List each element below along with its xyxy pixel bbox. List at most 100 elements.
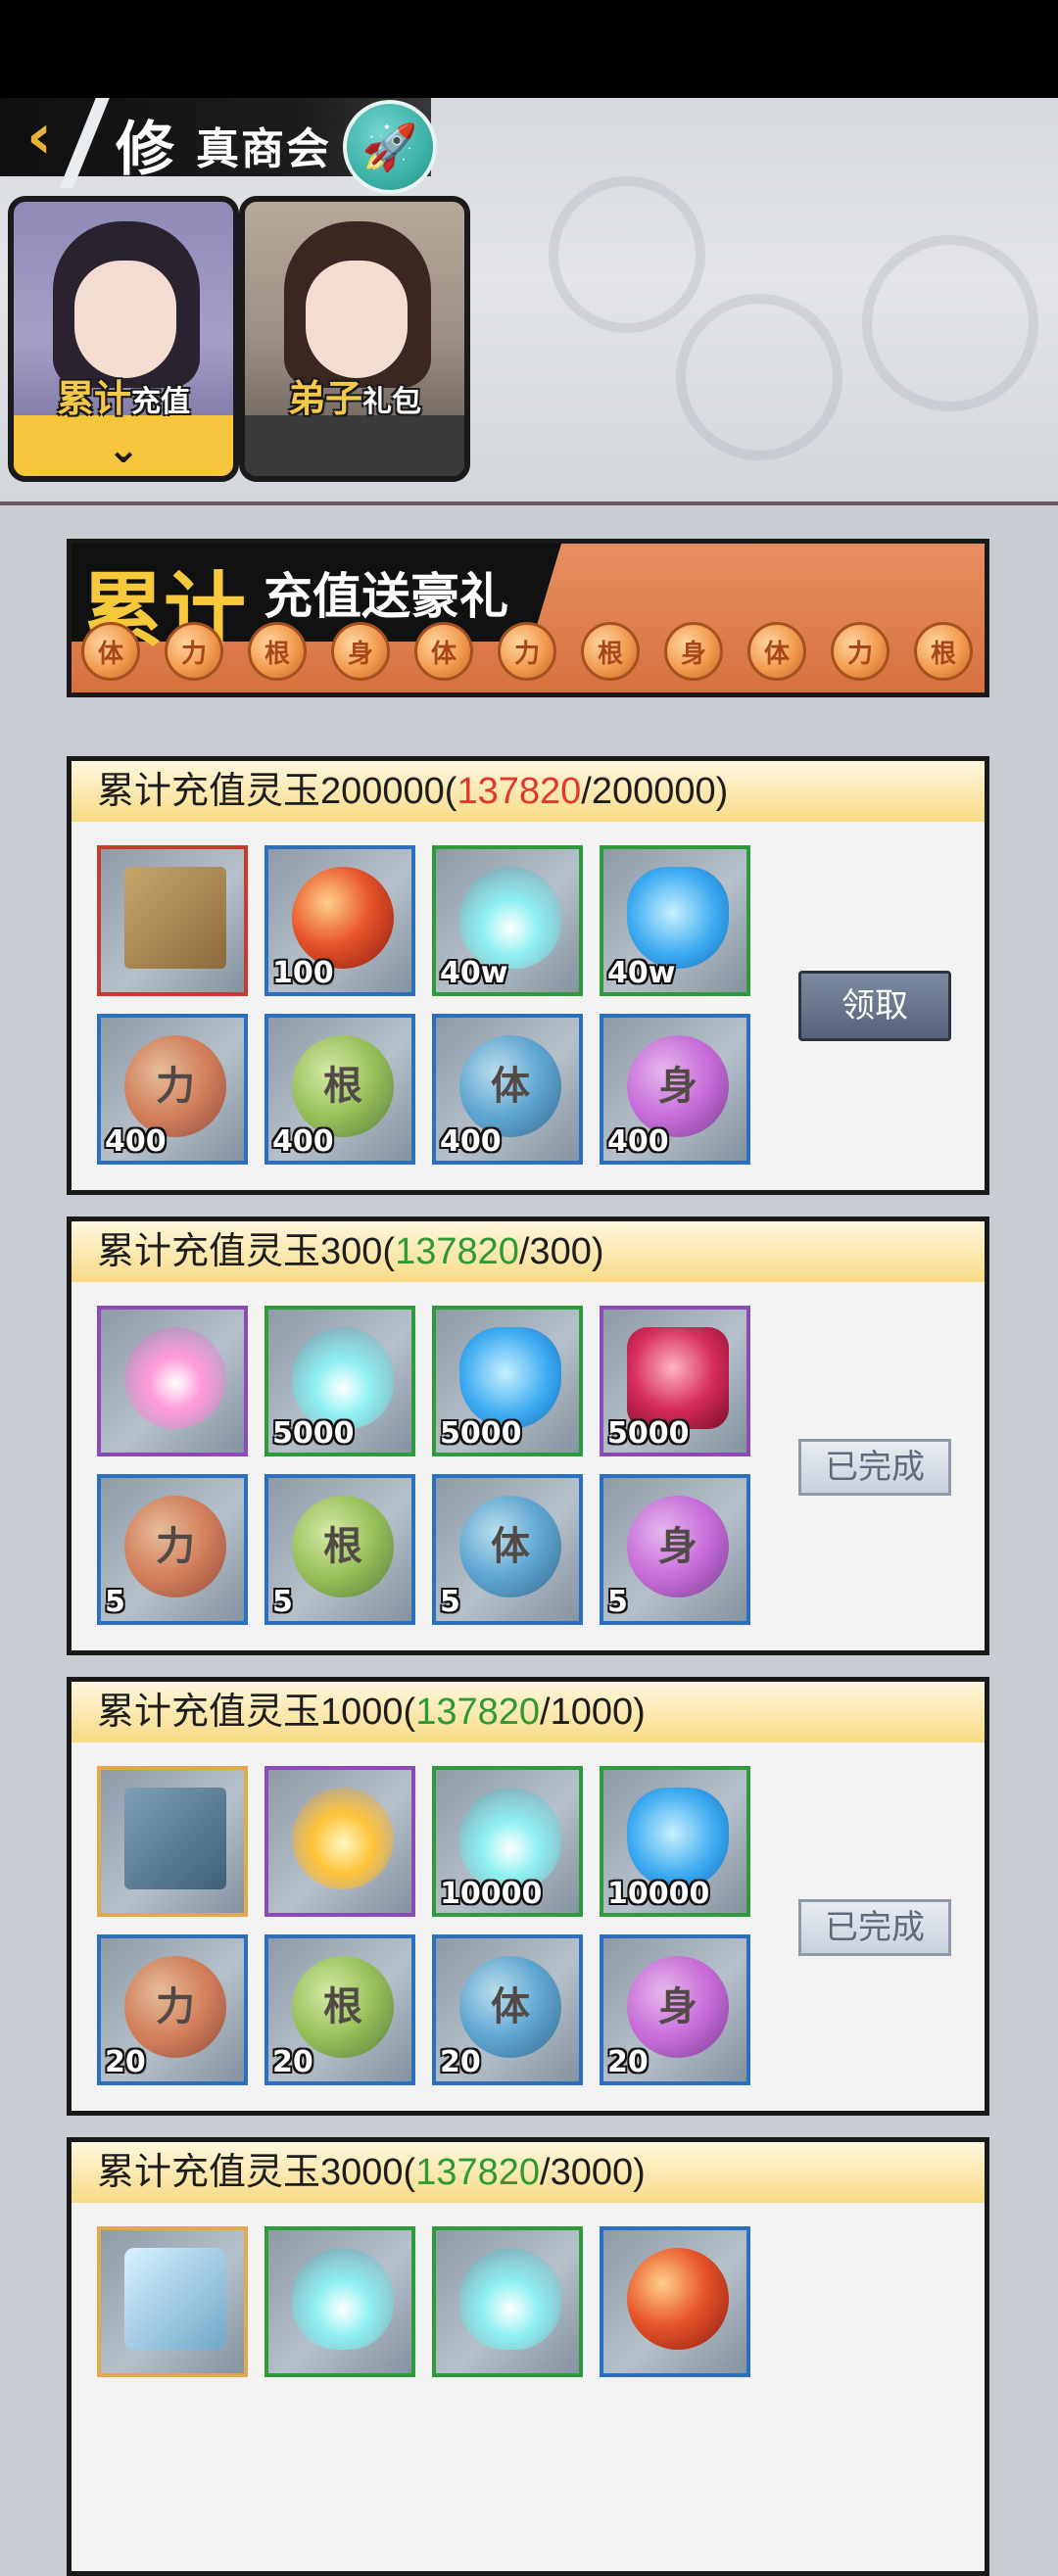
tier-title: 累计充值灵玉1000(137820/1000) bbox=[72, 1682, 985, 1742]
coin-icon: 身 bbox=[331, 622, 390, 681]
rocket-button[interactable]: 🚀 bbox=[343, 100, 437, 194]
reward-item[interactable]: 40w bbox=[600, 845, 750, 996]
reward-item[interactable]: 5000 bbox=[264, 1306, 415, 1456]
reward-item[interactable]: 力5 bbox=[97, 1474, 248, 1625]
tier-title-prefix: 累计充值灵玉1000( bbox=[97, 1692, 416, 1733]
reward-item[interactable]: 根 400 bbox=[264, 1014, 415, 1165]
item-quantity: 5 bbox=[105, 1585, 125, 1619]
item-quantity: 5 bbox=[440, 1585, 460, 1619]
tab-disciple-pack[interactable]: 弟子礼包 bbox=[239, 196, 470, 482]
cyan-flame-icon bbox=[459, 2248, 561, 2350]
red-orb-icon bbox=[627, 2248, 729, 2350]
tier-title-prefix: 累计充值灵玉200000( bbox=[97, 771, 457, 812]
armor-icon bbox=[124, 2248, 226, 2350]
reward-item[interactable]: 体5 bbox=[432, 1474, 583, 1625]
li-orb-icon: 力 bbox=[124, 1496, 226, 1598]
item-quantity: 20 bbox=[272, 2045, 313, 2079]
item-quantity: 400 bbox=[105, 1124, 167, 1159]
reward-item[interactable] bbox=[600, 2226, 750, 2377]
reward-item[interactable] bbox=[432, 2226, 583, 2377]
deco-ring bbox=[549, 176, 705, 333]
claim-button[interactable]: 领取 bbox=[798, 971, 951, 1041]
red-gem-icon bbox=[627, 1327, 729, 1429]
gen-orb-icon: 根 bbox=[292, 1035, 394, 1137]
reward-item[interactable]: 体 400 bbox=[432, 1014, 583, 1165]
coin-row: 体力根身体力根身体力根 bbox=[81, 622, 985, 691]
deco-ring bbox=[676, 294, 842, 460]
tab-label: 累计充值 bbox=[56, 376, 190, 420]
item-quantity: 40w bbox=[440, 956, 508, 990]
header: ‹ 修 真商会 🚀 累计充值 ⌄ 弟子礼包 bbox=[0, 98, 1058, 505]
reward-item[interactable]: 身 20 bbox=[600, 1934, 750, 2085]
tier-title-prefix: 累计充值灵玉3000( bbox=[97, 2152, 416, 2193]
reward-item[interactable]: 10000 bbox=[600, 1766, 750, 1917]
reward-tier-card: 累计充值灵玉3000(137820/3000) bbox=[67, 2137, 989, 2576]
tier-title-prefix: 累计充值灵玉300( bbox=[97, 1231, 396, 1272]
chevron-left-icon: ‹ bbox=[25, 101, 53, 173]
ti-orb-icon: 体 bbox=[459, 1496, 561, 1598]
gen-orb-icon: 根 bbox=[292, 1496, 394, 1598]
item-quantity: 10000 bbox=[607, 1877, 710, 1911]
back-button[interactable]: ‹ bbox=[10, 104, 69, 170]
tier-progress: 137820 bbox=[395, 1231, 519, 1272]
item-quantity: 400 bbox=[272, 1124, 334, 1159]
shen-orb-icon: 身 bbox=[627, 1496, 729, 1598]
coin-icon: 根 bbox=[581, 622, 640, 681]
water-pot-icon bbox=[627, 867, 729, 969]
reward-item[interactable] bbox=[264, 2226, 415, 2377]
tier-progress: 137820 bbox=[415, 1692, 541, 1733]
page-title: 真商会 bbox=[196, 124, 331, 174]
reward-tier-card: 累计充值灵玉200000(137820/200000) 100 40w 40w 力 400… bbox=[67, 756, 989, 1195]
reward-item[interactable] bbox=[97, 2226, 248, 2377]
tab-label: 弟子礼包 bbox=[287, 376, 421, 420]
tab-footer bbox=[245, 415, 464, 476]
item-quantity: 40w bbox=[607, 956, 676, 990]
reward-tier-card: 累计充值灵玉300(137820/300) 5000 5000 5000 力 5 根 5 体 5 身… bbox=[67, 1216, 989, 1655]
manual-book-icon bbox=[124, 1788, 226, 1889]
page-title-initial: 修 bbox=[116, 116, 174, 184]
character-face bbox=[306, 261, 408, 378]
ti-orb-icon: 体 bbox=[459, 1956, 561, 2058]
tier-title-suffix: /200000) bbox=[581, 771, 729, 812]
promo-banner: 累计 充值送豪礼 体力根身体力根身体力根 bbox=[67, 539, 989, 697]
cyan-flame-icon bbox=[459, 867, 561, 969]
reward-item[interactable]: 身 400 bbox=[600, 1014, 750, 1165]
chevron-down-icon: ⌄ bbox=[107, 427, 140, 472]
item-quantity: 5 bbox=[272, 1585, 293, 1619]
reward-item[interactable]: 100 bbox=[264, 845, 415, 996]
tier-progress: 137820 bbox=[457, 771, 582, 812]
reward-item[interactable]: 5000 bbox=[432, 1306, 583, 1456]
cyan-flame-icon bbox=[292, 2248, 394, 2350]
completed-badge: 已完成 bbox=[798, 1439, 951, 1496]
reward-item[interactable]: 40w bbox=[432, 845, 583, 996]
reward-item[interactable]: 体 20 bbox=[432, 1934, 583, 2085]
reward-item[interactable]: 根5 bbox=[264, 1474, 415, 1625]
tab-cumulative-recharge[interactable]: 累计充值 ⌄ bbox=[8, 196, 239, 482]
reward-item[interactable] bbox=[97, 1306, 248, 1456]
reward-item[interactable]: 根 20 bbox=[264, 1934, 415, 2085]
cyan-flame-icon bbox=[292, 1327, 394, 1429]
reward-item[interactable]: 力 400 bbox=[97, 1014, 248, 1165]
item-quantity: 20 bbox=[440, 2045, 481, 2079]
li-orb-icon: 力 bbox=[124, 1035, 226, 1137]
tier-title-suffix: /1000) bbox=[540, 1692, 646, 1733]
item-quantity: 400 bbox=[440, 1124, 502, 1159]
water-pot-icon bbox=[459, 1327, 561, 1429]
item-quantity: 20 bbox=[105, 2045, 146, 2079]
reward-item[interactable] bbox=[97, 1766, 248, 1917]
reward-item[interactable]: 5000 bbox=[600, 1306, 750, 1456]
item-quantity: 5 bbox=[607, 1585, 628, 1619]
reward-item[interactable] bbox=[264, 1766, 415, 1917]
reward-item[interactable]: 力 20 bbox=[97, 1934, 248, 2085]
coin-icon: 体 bbox=[81, 622, 140, 681]
reward-item[interactable] bbox=[97, 845, 248, 996]
cyan-flame-icon bbox=[459, 1788, 561, 1889]
book-icon bbox=[124, 867, 226, 969]
completed-badge: 已完成 bbox=[798, 1899, 951, 1956]
deco-ring bbox=[862, 235, 1038, 411]
reward-item[interactable]: 身5 bbox=[600, 1474, 750, 1625]
tier-title: 累计充值灵玉3000(137820/3000) bbox=[72, 2142, 985, 2203]
tier-title: 累计充值灵玉200000(137820/200000) bbox=[72, 761, 985, 822]
coin-icon: 力 bbox=[165, 622, 223, 681]
reward-item[interactable]: 10000 bbox=[432, 1766, 583, 1917]
